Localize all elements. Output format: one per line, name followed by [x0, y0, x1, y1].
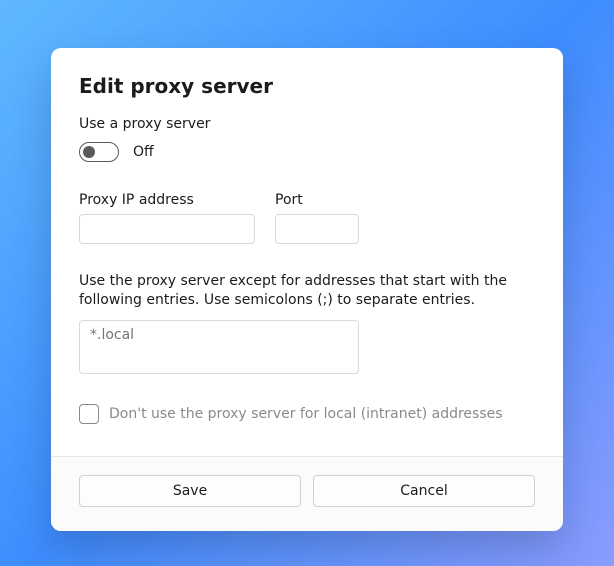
local-bypass-checkbox[interactable] — [79, 404, 99, 424]
proxy-ip-label: Proxy IP address — [79, 192, 255, 208]
toggle-knob — [83, 146, 95, 158]
port-input[interactable] — [275, 214, 359, 244]
use-proxy-toggle[interactable] — [79, 142, 119, 162]
address-port-row: Proxy IP address Port — [79, 192, 535, 244]
proxy-ip-field: Proxy IP address — [79, 192, 255, 244]
edit-proxy-dialog: Edit proxy server Use a proxy server Off… — [51, 48, 563, 531]
port-field: Port — [275, 192, 359, 244]
cancel-button[interactable]: Cancel — [313, 475, 535, 507]
port-label: Port — [275, 192, 359, 208]
dialog-body: Edit proxy server Use a proxy server Off… — [51, 48, 563, 456]
exceptions-textarea[interactable] — [79, 320, 359, 374]
toggle-row: Off — [79, 142, 535, 162]
dialog-title: Edit proxy server — [79, 74, 535, 98]
proxy-ip-input[interactable] — [79, 214, 255, 244]
use-proxy-label: Use a proxy server — [79, 116, 535, 132]
toggle-state-text: Off — [133, 144, 154, 160]
dialog-footer: Save Cancel — [51, 457, 563, 531]
local-bypass-label: Don't use the proxy server for local (in… — [109, 406, 503, 422]
exceptions-description: Use the proxy server except for addresse… — [79, 272, 535, 310]
local-bypass-row: Don't use the proxy server for local (in… — [79, 404, 535, 424]
save-button[interactable]: Save — [79, 475, 301, 507]
